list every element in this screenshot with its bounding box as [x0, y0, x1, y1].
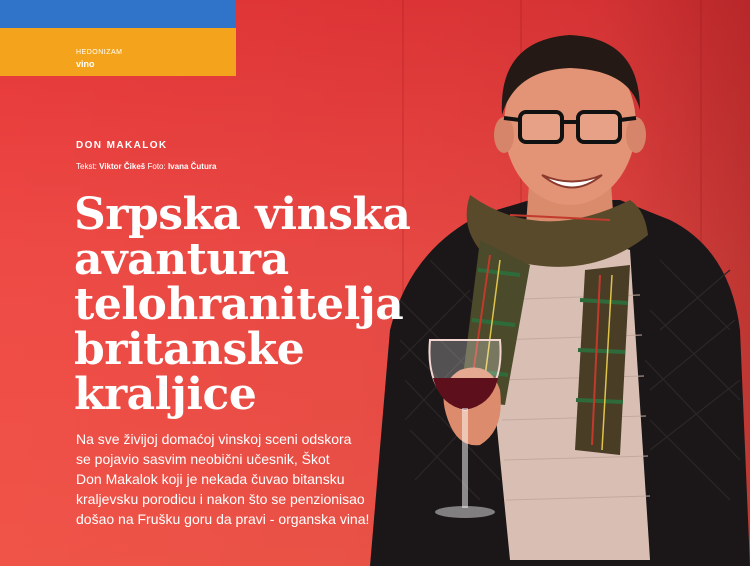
credits-photo-prefix: Foto: [147, 162, 166, 171]
magazine-page: HEDONIZAM vino DON MAKALOK Tekst: Viktor… [0, 0, 750, 566]
credits-author: Viktor Čikeš [99, 162, 146, 171]
lede-line: kraljevsku porodicu i nakon što se penzi… [76, 491, 365, 507]
headline-line: avantura [74, 234, 289, 285]
article-headline: Srpska vinska avantura telohranitelja br… [74, 192, 434, 417]
credits-photographer: Ivana Čutura [167, 162, 217, 171]
section-tab-blue [0, 0, 236, 28]
lede-line: Na sve živijoj domaćoj vinskoj sceni ods… [76, 431, 352, 447]
article-kicker: DON MAKALOK [76, 140, 168, 151]
article-lede: Na sve živijoj domaćoj vinskoj sceni ods… [76, 429, 406, 529]
section-sub: vino [76, 59, 95, 69]
headline-line: kraljice [74, 369, 257, 420]
lede-line: se pojavio sasvim neobični učesnik, Škot [76, 451, 330, 467]
section-label: HEDONIZAM [76, 49, 123, 56]
credits-text-prefix: Tekst: [76, 162, 97, 171]
headline-line: telohranitelja [74, 279, 404, 330]
headline-line: Srpska vinska [74, 189, 411, 240]
lede-line: Don Makalok koji je nekada čuvao bitansk… [76, 471, 345, 487]
headline-line: britanske [74, 324, 305, 375]
article-credits: Tekst: Viktor Čikeš Foto: Ivana Čutura [76, 162, 216, 171]
lede-line: došao na Frušku goru da pravi - organska… [76, 511, 370, 527]
